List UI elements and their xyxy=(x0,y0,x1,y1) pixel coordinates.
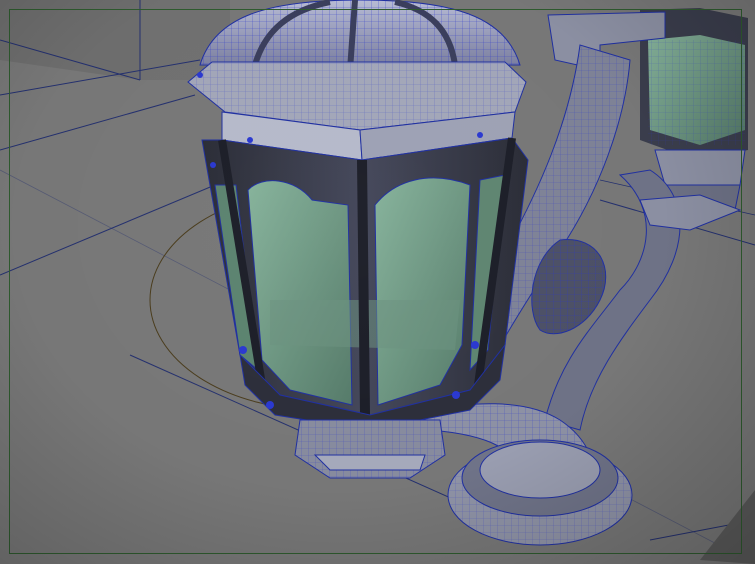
lantern-base[interactable] xyxy=(294,419,446,479)
scene-canvas[interactable] xyxy=(0,0,755,564)
viewport-panel[interactable] xyxy=(0,0,755,564)
